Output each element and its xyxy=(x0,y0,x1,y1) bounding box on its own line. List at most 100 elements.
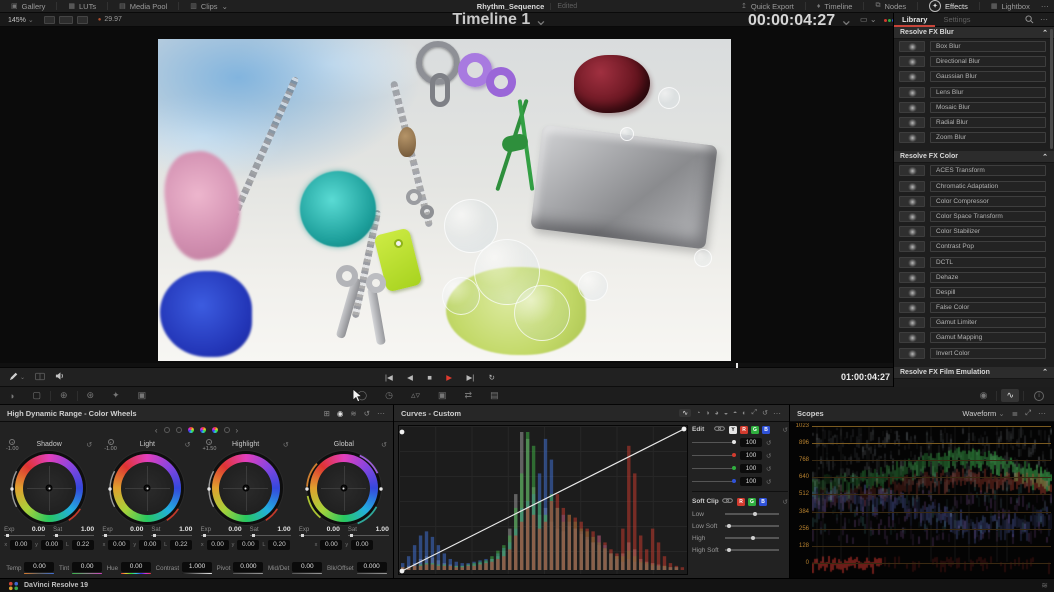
stills-tool-icon[interactable]: ▣ xyxy=(129,390,156,401)
zone-pivot-icon[interactable]: + xyxy=(206,439,212,445)
library-item-color-compressor[interactable]: Color Compressor xyxy=(894,194,1054,209)
top-button-gallery[interactable]: ▣Gallery xyxy=(0,0,56,13)
color-wheels-tool-icon[interactable]: ◑ xyxy=(0,391,23,401)
graph-view-icon[interactable]: ≋ xyxy=(350,409,356,418)
sat-vs-sat-icon[interactable]: ◓ xyxy=(733,410,737,417)
slider-thumb[interactable] xyxy=(753,512,757,516)
sat-vs-lum-icon[interactable]: ◐ xyxy=(742,410,746,417)
saturation-track[interactable] xyxy=(151,535,192,537)
keyboard-tool-icon[interactable]: ▤ xyxy=(481,390,508,401)
viewer-image[interactable] xyxy=(158,39,731,361)
wheel-inner[interactable] xyxy=(317,462,370,515)
mute-icon[interactable] xyxy=(55,368,65,386)
library-options-menu[interactable]: ⋯ xyxy=(1040,15,1049,24)
wheel-exposure-slider[interactable]: Exp0.00 xyxy=(102,526,143,536)
viewer-zoom-select[interactable]: 145% ⌄ xyxy=(8,16,34,24)
library-item-dehaze[interactable]: Dehaze xyxy=(894,270,1054,285)
nav-dot-1[interactable] xyxy=(164,427,170,433)
gallery-tool-icon[interactable]: ▣ xyxy=(429,390,456,401)
zone-pivot-icon[interactable]: + xyxy=(9,439,15,445)
soft-clip-slider[interactable] xyxy=(725,537,779,539)
slider-thumb[interactable] xyxy=(727,524,731,528)
grab-still-icon[interactable] xyxy=(9,368,18,386)
library-item-gaussian-blur[interactable]: Gaussian Blur xyxy=(894,69,1054,84)
custom-curve-icon[interactable]: ∿ xyxy=(679,409,691,417)
crop-tool-icon[interactable]: ▢ xyxy=(23,390,50,401)
step-back-button[interactable]: ◀ xyxy=(407,373,413,382)
wheel-saturation-slider[interactable]: Sat1.00 xyxy=(250,526,291,536)
wheels-view-icon[interactable]: ◉ xyxy=(337,409,344,418)
library-item-gamut-limiter[interactable]: Gamut Limiter xyxy=(894,315,1054,330)
nav-dot-4[interactable] xyxy=(200,427,206,433)
nav-dot-3[interactable] xyxy=(188,427,194,433)
library-item-dctl[interactable]: DCTL xyxy=(894,254,1054,269)
soft-clip-channel-b[interactable]: B xyxy=(759,498,767,506)
wheel-ring[interactable] xyxy=(15,454,83,522)
coord-value[interactable]: 0.20 xyxy=(268,540,290,550)
library-item-lens-blur[interactable]: Lens Blur xyxy=(894,85,1054,100)
control-value[interactable]: 0.00 xyxy=(121,562,151,572)
control-value[interactable]: 0.000 xyxy=(357,562,387,572)
wheel-exposure-slider[interactable]: Exp0.00 xyxy=(201,526,242,536)
clip-icon[interactable]: ▭ ⌄ xyxy=(860,16,876,24)
control-value[interactable]: 0.00 xyxy=(24,562,54,572)
grab-still-chevron[interactable]: ⌄ xyxy=(20,374,25,381)
channel-button-r[interactable]: R xyxy=(740,426,748,434)
library-item-chromatic-adaptation[interactable]: Chromatic Adaptation xyxy=(894,179,1054,194)
coord-value[interactable]: 0.00 xyxy=(320,540,342,550)
nav-dot-2[interactable] xyxy=(176,427,182,433)
play-button[interactable]: ▶ xyxy=(446,373,452,382)
library-section-resolve-fx-film-emulation[interactable]: Resolve FX Film Emulation⌃ xyxy=(894,367,1054,379)
zone-pivot-icon[interactable]: + xyxy=(108,439,114,445)
scope-expand-icon[interactable]: ⤢ xyxy=(1025,408,1031,418)
curves-reset-icon[interactable]: ↺ xyxy=(762,409,768,417)
channel-gain-value[interactable]: 100 xyxy=(740,451,762,460)
channel-gain-slider[interactable] xyxy=(692,455,736,457)
hdr-options-menu[interactable]: ⋯ xyxy=(377,409,386,418)
coord-value[interactable]: 0.00 xyxy=(10,540,32,550)
timer-tool-icon[interactable]: ◷ xyxy=(376,390,402,401)
top-button-effects[interactable]: ✦Effects xyxy=(918,0,979,13)
soft-clip-slider[interactable] xyxy=(725,513,779,515)
channel-gain-slider[interactable] xyxy=(692,468,736,470)
channel-button-y[interactable]: Y xyxy=(729,426,737,434)
timeline-selector[interactable]: Timeline 1⌄ xyxy=(400,13,600,27)
collapse-chevron-icon[interactable]: ⌃ xyxy=(1042,29,1048,37)
coord-value[interactable]: 0.00 xyxy=(108,540,130,550)
library-item-aces-transform[interactable]: ACES Transform xyxy=(894,163,1054,178)
magic-mask-tool-icon[interactable]: ⊛ xyxy=(78,390,104,401)
scopes-toggle-icon[interactable]: ∿ xyxy=(1001,389,1019,402)
collapse-chevron-icon[interactable]: ⌃ xyxy=(1042,368,1048,376)
wheel-inner[interactable] xyxy=(219,462,272,515)
hue-vs-lum-icon[interactable]: ◕ xyxy=(715,410,719,417)
wheel-exposure-slider[interactable]: Exp0.00 xyxy=(4,526,45,536)
nav-next-icon[interactable]: › xyxy=(236,426,239,435)
library-item-directional-blur[interactable]: Directional Blur xyxy=(894,54,1054,69)
coord-value[interactable]: 0.00 xyxy=(237,540,259,550)
top-button-clips[interactable]: ▥Clips⌄ xyxy=(179,0,239,13)
saturation-track[interactable] xyxy=(53,535,94,537)
exposure-track[interactable] xyxy=(299,535,340,537)
library-item-invert-color[interactable]: Invert Color xyxy=(894,346,1054,361)
scope-options-menu[interactable]: ⋯ xyxy=(1038,409,1047,418)
wheel-reset-icon[interactable]: ↺ xyxy=(283,441,289,449)
wheel-ring[interactable] xyxy=(310,454,378,522)
step-forward-button[interactable]: ▶| xyxy=(467,373,475,382)
viewer-enhanced-mode-button[interactable] xyxy=(77,16,88,24)
collapse-chevron-icon[interactable]: ⌃ xyxy=(1042,153,1048,161)
slider-thumb[interactable] xyxy=(751,536,755,540)
sidebar-scrollbar[interactable] xyxy=(1050,29,1053,149)
library-section-resolve-fx-blur[interactable]: Resolve FX Blur⌃ xyxy=(894,27,1054,39)
wipe-icon[interactable] xyxy=(35,368,45,386)
top-bar-overflow-menu[interactable]: ⋯ xyxy=(1041,2,1050,11)
channel-reset-icon[interactable]: ↺ xyxy=(766,465,771,473)
wheel-reset-icon[interactable]: ↺ xyxy=(86,441,92,449)
library-item-box-blur[interactable]: Box Blur xyxy=(894,39,1054,54)
tab-settings[interactable]: Settings xyxy=(935,13,978,27)
soft-clip-slider[interactable] xyxy=(725,549,779,551)
effects-tool-icon[interactable]: ✦ xyxy=(103,390,129,401)
wheel-ring[interactable] xyxy=(113,454,181,522)
coord-value[interactable]: 0.00 xyxy=(351,540,373,550)
exposure-track[interactable] xyxy=(102,535,143,537)
bypass-grades-icon[interactable]: ◉ xyxy=(971,390,997,401)
